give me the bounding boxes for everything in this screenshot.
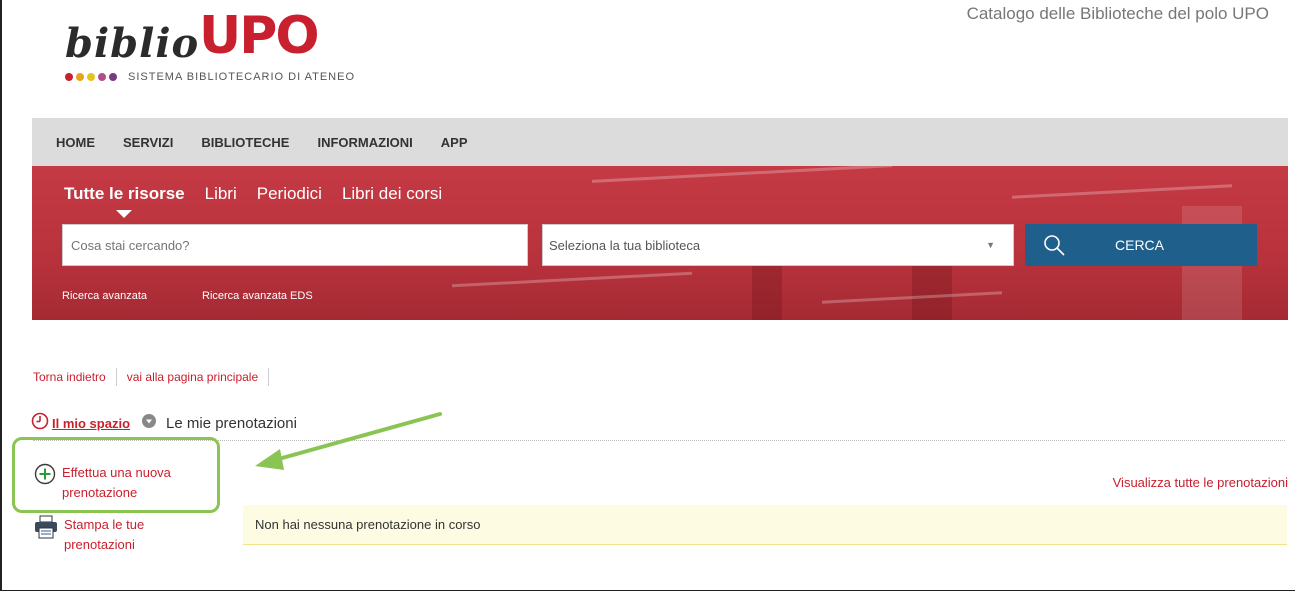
plus-circle-icon xyxy=(34,463,56,503)
printer-icon xyxy=(34,515,58,555)
search-icon xyxy=(1041,232,1067,258)
nav-app[interactable]: APP xyxy=(441,135,468,150)
logo-upo-letters: UPO xyxy=(199,6,320,66)
section-path: Il mio spazio Le mie prenotazioni xyxy=(31,412,297,434)
advanced-search-eds-link[interactable]: Ricerca avanzata EDS xyxy=(202,290,313,302)
print-reservations-button[interactable]: Stampa le tue prenotazioni xyxy=(34,515,194,555)
divider xyxy=(115,368,117,386)
tab-libri[interactable]: Libri xyxy=(205,184,237,204)
print-reservations-label: Stampa le tue prenotazioni xyxy=(64,517,145,552)
search-button-label: CERCA xyxy=(1115,237,1165,253)
nav-informazioni[interactable]: INFORMAZIONI xyxy=(317,135,412,150)
search-panel: Tutte le risorse Libri Periodici Libri d… xyxy=(32,166,1288,320)
section-divider xyxy=(33,440,1285,441)
breadcrumb: Torna indietro vai alla pagina principal… xyxy=(33,368,279,386)
search-input[interactable] xyxy=(62,224,528,266)
chevron-down-icon: ▼ xyxy=(986,240,995,250)
page-title: Le mie prenotazioni xyxy=(166,414,297,432)
logo-dots-icon xyxy=(65,73,120,81)
catalog-title: Catalogo delle Biblioteche del polo UPO xyxy=(966,4,1269,23)
chevron-down-circle-icon xyxy=(142,414,157,432)
tab-libri-dei-corsi[interactable]: Libri dei corsi xyxy=(342,184,442,204)
clock-icon xyxy=(31,412,49,434)
background-light xyxy=(592,166,892,183)
logo-subtitle-text: SISTEMA BIBLIOTECARIO DI ATENEO xyxy=(128,71,356,83)
nav-home[interactable]: HOME xyxy=(56,135,95,150)
library-select-value: Seleziona la tua biblioteca xyxy=(549,237,701,253)
background-light xyxy=(452,271,692,288)
back-link[interactable]: Torna indietro xyxy=(33,370,106,384)
notice-text: Non hai nessuna prenotazione in corso xyxy=(255,517,481,532)
background-light xyxy=(1012,184,1232,199)
tab-tutte-le-risorse[interactable]: Tutte le risorse xyxy=(64,184,185,218)
view-all-reservations-link[interactable]: Visualizza tutte le prenotazioni xyxy=(1113,475,1288,490)
main-nav: HOME SERVIZI BIBLIOTECHE INFORMAZIONI AP… xyxy=(32,118,1288,166)
my-space-link[interactable]: Il mio spazio xyxy=(52,416,130,431)
main-page-link[interactable]: vai alla pagina principale xyxy=(127,370,258,384)
divider xyxy=(268,368,270,386)
search-button[interactable]: CERCA xyxy=(1025,224,1257,266)
new-reservation-label: Effettua una nuova prenotazione xyxy=(62,465,171,500)
nav-biblioteche[interactable]: BIBLIOTECHE xyxy=(201,135,289,150)
no-reservations-notice: Non hai nessuna prenotazione in corso xyxy=(243,505,1287,545)
new-reservation-button[interactable]: Effettua una nuova prenotazione xyxy=(34,463,212,503)
logo-subtitle: SISTEMA BIBLIOTECARIO DI ATENEO xyxy=(65,71,355,83)
advanced-search-link[interactable]: Ricerca avanzata xyxy=(62,290,147,302)
logo-biblio-text: biblio xyxy=(65,20,200,67)
site-logo[interactable]: biblio UPO SISTEMA BIBLIOTECARIO DI ATEN… xyxy=(65,6,385,96)
tab-periodici[interactable]: Periodici xyxy=(257,184,322,204)
logo-upo-text: UPO xyxy=(199,10,320,62)
search-tabs: Tutte le risorse Libri Periodici Libri d… xyxy=(64,184,442,218)
library-select[interactable]: Seleziona la tua biblioteca ▼ xyxy=(542,224,1014,266)
nav-servizi[interactable]: SERVIZI xyxy=(123,135,173,150)
